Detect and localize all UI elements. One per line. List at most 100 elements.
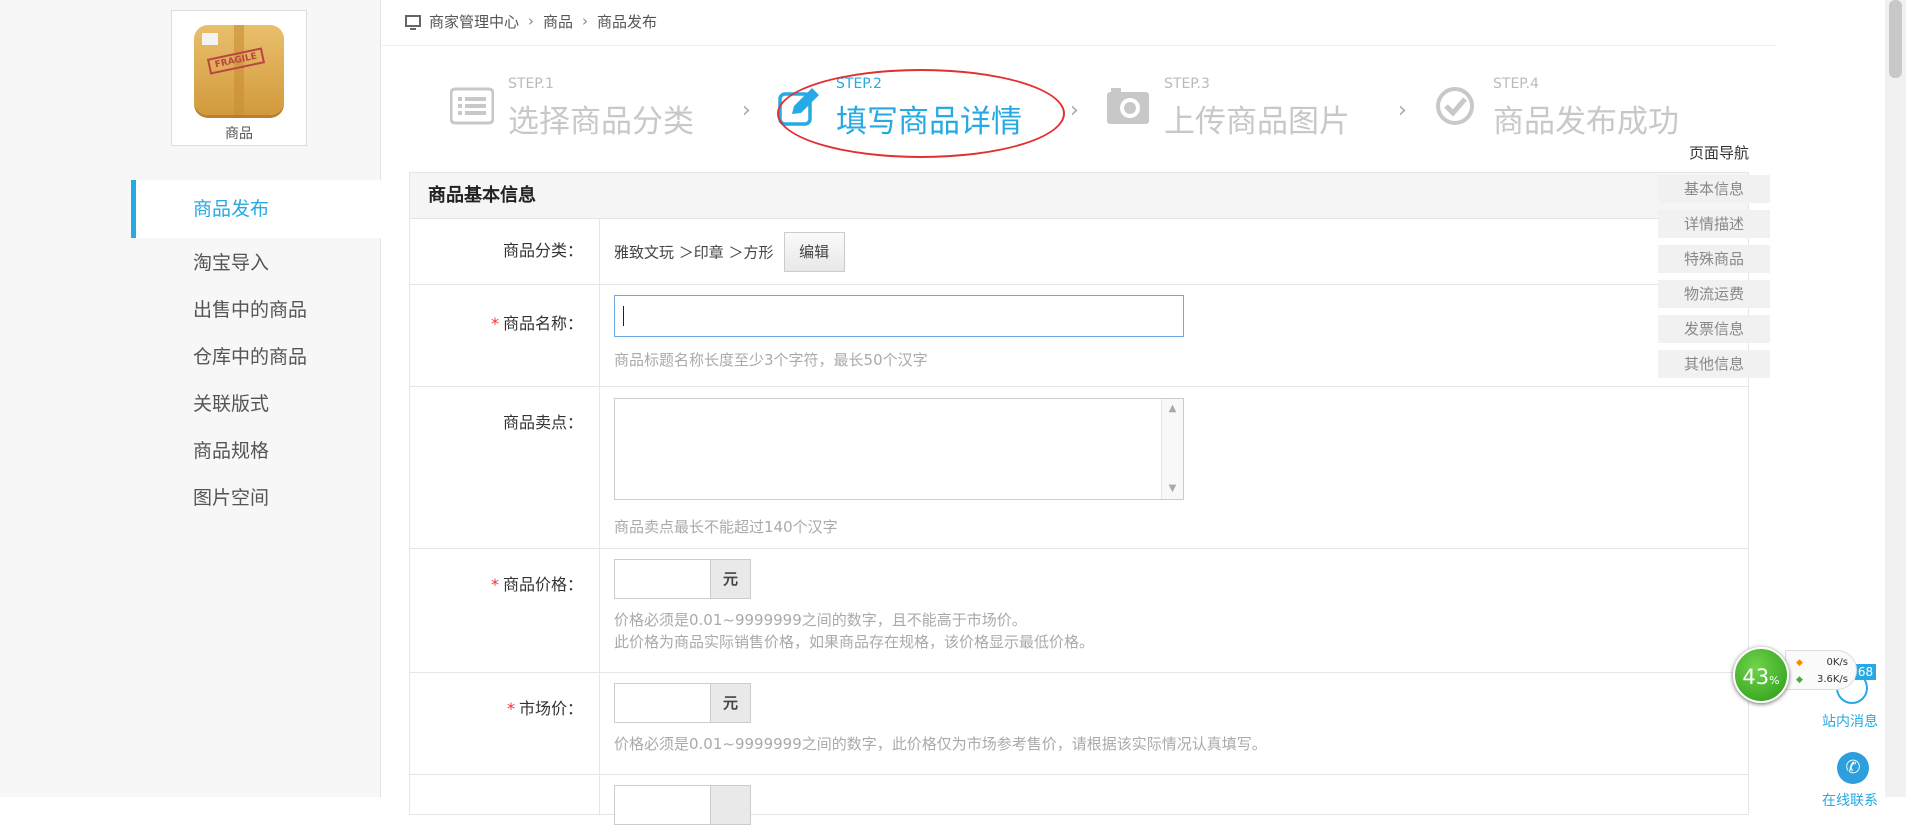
message-count-badge: 68 [1855, 664, 1876, 680]
scroll-down-icon[interactable]: ▼ [1162, 479, 1183, 499]
page-nav-other[interactable]: 其他信息 [1658, 350, 1770, 378]
memory-gauge[interactable]: 43% [1733, 647, 1789, 703]
gauge-value: 43 [1742, 665, 1770, 689]
page-nav-shipping[interactable]: 物流运费 [1658, 280, 1770, 308]
sidebar-item-publish[interactable]: 商品发布 [131, 180, 382, 238]
market-price-value-wrap: 元 价格必须是0.01~9999999之间的数字，此价格仅为市场参考售价，请根据… [614, 683, 1748, 755]
page-nav: 页面导航 基本信息 详情描述 特殊商品 物流运费 发票信息 其他信息 [1658, 138, 1770, 378]
category-row: 商品分类： 雅致文玩 ＞印章 ＞方形 编辑 [409, 219, 1749, 285]
category-value: 雅致文玩 ＞印章 ＞方形 [614, 243, 774, 262]
name-label: * 商品名称： [410, 285, 600, 386]
name-value-wrap: 商品标题名称长度至少3个字符，最长50个汉字 [614, 295, 1748, 371]
price-input[interactable] [614, 559, 711, 599]
breadcrumb-separator: › [528, 12, 535, 30]
gauge-unit: % [1769, 674, 1780, 687]
goods-name-input[interactable] [614, 295, 1184, 337]
annotation-ellipse [777, 69, 1065, 158]
step-number: STEP.4 [1493, 76, 1539, 92]
price-unit: 元 [711, 559, 751, 599]
chevron-right-icon: › [1398, 98, 1407, 123]
sidebar-item-taobao-import[interactable]: 淘宝导入 [131, 240, 382, 287]
market-price-box: 元 [614, 683, 1748, 723]
page-nav-detail[interactable]: 详情描述 [1658, 210, 1770, 238]
textarea-scrollbar[interactable]: ▲ ▼ [1161, 399, 1183, 499]
upload-speed-row: ◆ 0K/s [1796, 657, 1856, 668]
next-row-label [410, 775, 600, 814]
market-price-hint: 价格必须是0.01~9999999之间的数字，此价格仅为市场参考售价，请根据该实… [614, 735, 1267, 753]
scroll-thumb[interactable] [1889, 0, 1902, 78]
text-caret [623, 306, 624, 326]
required-mark: * [490, 314, 499, 333]
edit-category-button[interactable]: 编辑 [783, 232, 845, 272]
list-icon [450, 87, 494, 125]
breadcrumb-home[interactable]: 商家管理中心 [429, 11, 519, 32]
selling-point-textarea[interactable]: ▲ ▼ [614, 398, 1184, 500]
goods-form: 商品基本信息 商品分类： 雅致文玩 ＞印章 ＞方形 编辑 * 商品名称： 商品标题… [409, 172, 1749, 825]
market-price-label: * 市场价： [410, 673, 600, 774]
chevron-right-icon: › [742, 98, 751, 123]
price-row: * 商品价格： 元 价格必须是0.01~9999999之间的数字，且不能高于市场价… [409, 549, 1749, 673]
page-nav-title: 页面导航 [1688, 144, 1749, 162]
next-unit [711, 785, 751, 825]
step-title: 选择商品分类 [508, 104, 694, 140]
message-link[interactable]: 站内消息 [1822, 711, 1878, 731]
name-hint: 商品标题名称长度至少3个字符，最长50个汉字 [614, 351, 928, 369]
camera-icon [1107, 88, 1149, 124]
monitor-icon [405, 15, 421, 30]
page-nav-invoice[interactable]: 发票信息 [1658, 315, 1770, 343]
selling-point-value-wrap: ▲ ▼ 商品卖点最长不能超过140个汉字 [614, 398, 1748, 538]
market-price-unit: 元 [711, 683, 751, 723]
breadcrumb-goods[interactable]: 商品 [543, 11, 573, 32]
sidebar-item-on-sale[interactable]: 出售中的商品 [131, 287, 382, 334]
name-row: * 商品名称： 商品标题名称长度至少3个字符，最长50个汉字 [409, 285, 1749, 387]
section-title: 商品基本信息 [409, 172, 1749, 219]
side-menu: 商品发布 淘宝导入 出售中的商品 仓库中的商品 关联版式 商品规格 图片空间 [131, 180, 382, 522]
divider [382, 45, 1777, 46]
page-scrollbar[interactable] [1885, 0, 1906, 797]
chevron-right-icon: › [1070, 98, 1079, 123]
check-circle-icon [1436, 87, 1474, 125]
price-hint-2: 此价格为商品实际销售价格，如果商品存在规格，该价格显示最低价格。 [614, 633, 1095, 651]
download-speed: 3.6K/s [1816, 674, 1848, 685]
required-mark: * [490, 575, 499, 594]
step-number: STEP.3 [1164, 76, 1210, 92]
online-contact-link[interactable]: 在线联系 [1822, 790, 1878, 810]
next-row [409, 775, 1749, 825]
price-label-text: 商品价格： [502, 575, 583, 594]
next-price-box [614, 785, 1748, 825]
scroll-up-icon[interactable]: ▲ [1162, 399, 1183, 419]
category-label: 商品分类： [410, 219, 600, 284]
price-box: 元 [614, 559, 1748, 599]
sidebar-item-spec[interactable]: 商品规格 [131, 428, 382, 475]
sidebar-item-image-space[interactable]: 图片空间 [131, 475, 382, 522]
breadcrumb-separator: › [582, 12, 589, 30]
page-nav-basic-info[interactable]: 基本信息 [1658, 175, 1770, 203]
selling-point-hint: 商品卖点最长不能超过140个汉字 [614, 518, 838, 536]
app-tile[interactable]: FRAGILE 商品 [171, 10, 307, 146]
step-title: 商品发布成功 [1493, 104, 1679, 140]
sidebar-item-warehouse[interactable]: 仓库中的商品 [131, 334, 382, 381]
price-hint-1: 价格必须是0.01~9999999之间的数字，且不能高于市场价。 [614, 611, 1027, 629]
breadcrumb: 商家管理中心 › 商品 › 商品发布 [405, 6, 657, 36]
left-column: FRAGILE 商品 商品发布 淘宝导入 出售中的商品 仓库中的商品 关联版式 … [0, 0, 382, 797]
step-number: STEP.1 [508, 76, 554, 92]
selling-point-row: 商品卖点： ▲ ▼ 商品卖点最长不能超过140个汉字 [409, 387, 1749, 549]
download-speed-row: ◆ 3.6K/s [1796, 674, 1856, 685]
download-arrow-icon: ◆ [1796, 675, 1803, 685]
step-title: 上传商品图片 [1164, 104, 1350, 140]
price-value-wrap: 元 价格必须是0.01~9999999之间的数字，且不能高于市场价。 此价格为商… [614, 559, 1748, 653]
breadcrumb-current: 商品发布 [597, 12, 658, 31]
required-mark: * [506, 699, 515, 718]
upload-arrow-icon: ◆ [1796, 658, 1803, 668]
market-price-input[interactable] [614, 683, 711, 723]
next-input[interactable] [614, 785, 711, 825]
price-label: * 商品价格： [410, 549, 600, 672]
app-name: 商品 [225, 126, 253, 142]
name-label-text: 商品名称： [502, 314, 583, 333]
sidebar-item-layout[interactable]: 关联版式 [131, 381, 382, 428]
market-price-label-text: 市场价： [518, 699, 583, 718]
page-nav-special[interactable]: 特殊商品 [1658, 245, 1770, 273]
online-contact-icon[interactable]: ✆ [1837, 752, 1869, 784]
step-progress: STEP.1 选择商品分类 › STEP.2 填写商品详情 › STEP.3 上… [450, 76, 1700, 140]
network-speed-panel: ◆ 0K/s ◆ 3.6K/s [1785, 650, 1857, 690]
